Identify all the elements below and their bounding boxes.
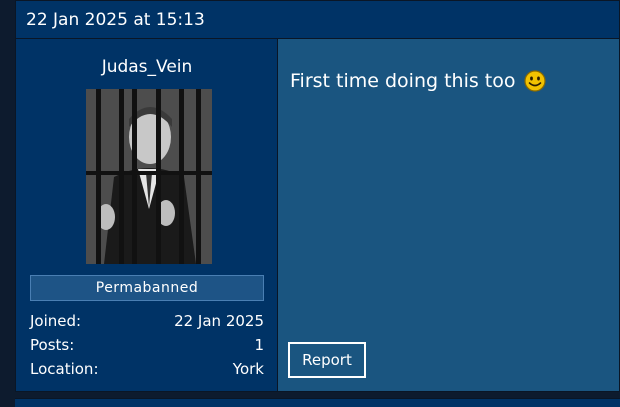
post-content: First time doing this too Report <box>278 39 619 391</box>
stat-value: 22 Jan 2025 <box>174 312 264 330</box>
smiley-icon <box>523 70 546 92</box>
jail-bars-avatar-icon <box>86 89 212 264</box>
author-panel: Judas_Vein Permabanned Joined: 22 Jan 20… <box>16 39 278 391</box>
stat-joined: Joined: 22 Jan 2025 <box>30 312 264 334</box>
stat-value: York <box>232 360 264 378</box>
rank-badge: Permabanned <box>30 275 264 301</box>
avatar <box>86 89 212 264</box>
stat-location: Location: York <box>30 360 264 382</box>
post-date: 22 Jan 2025 at 15:13 <box>26 10 205 30</box>
forum-post: 22 Jan 2025 at 15:13 Judas_Vein Permaban… <box>15 0 620 392</box>
stat-value: 1 <box>254 336 264 354</box>
report-button[interactable]: Report <box>288 342 366 378</box>
stat-label: Location: <box>30 360 99 378</box>
post-message: First time doing this too <box>290 70 546 92</box>
stat-posts: Posts: 1 <box>30 336 264 358</box>
author-username[interactable]: Judas_Vein <box>16 57 278 77</box>
post-message-text: First time doing this too <box>290 70 516 92</box>
post-header: 22 Jan 2025 at 15:13 <box>16 1 619 39</box>
stat-label: Posts: <box>30 336 75 354</box>
stat-label: Joined: <box>30 312 82 330</box>
